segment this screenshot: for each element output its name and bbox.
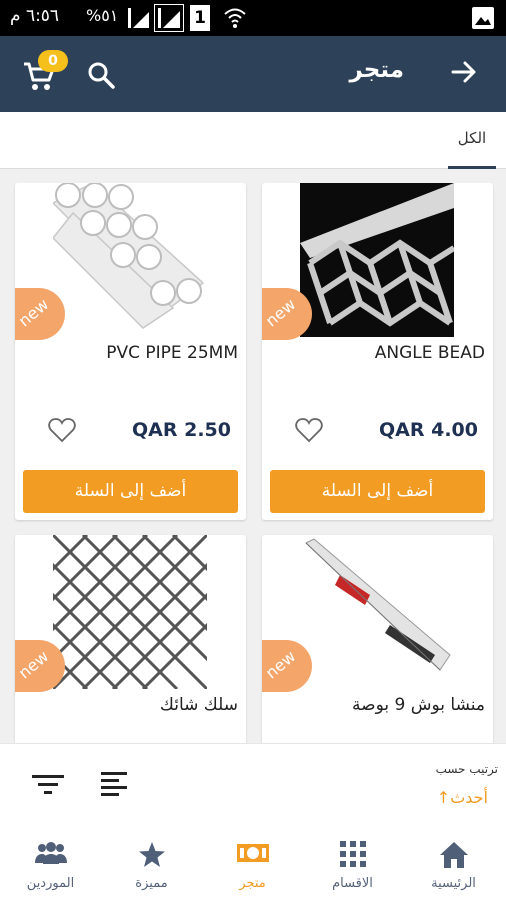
bottom-navigation: الرئيسية الاقسام متجر مميزة الموردين (0, 829, 506, 900)
product-card[interactable]: new سلك شائك (15, 535, 246, 743)
product-name: PVC PIPE 25MM (106, 343, 238, 363)
cart-count-badge: 0 (38, 50, 68, 72)
group-icon (34, 842, 67, 864)
sort-bar: ترتيب حسب أحدث↑ (0, 743, 506, 829)
nav-home[interactable]: الرئيسية (403, 829, 504, 900)
star-icon (138, 842, 165, 867)
new-badge: new (15, 288, 65, 340)
status-bar: ٦:٥٦ م %٥١ 1 (0, 0, 506, 36)
home-icon (439, 842, 468, 868)
product-image-pvc-pipe[interactable] (53, 183, 207, 337)
nav-featured[interactable]: مميزة (101, 829, 202, 900)
money-icon (236, 844, 269, 862)
arrow-up-icon: ↑ (436, 788, 451, 807)
battery-percent: %٥١ (86, 6, 119, 25)
product-image-wire-mesh[interactable] (53, 535, 207, 689)
product-name: منشا بوش 9 بوصة (352, 695, 485, 715)
add-to-cart-button[interactable]: أضف إلى السلة (23, 470, 238, 513)
category-tabs: الكل (0, 112, 506, 169)
tab-all[interactable]: الكل (448, 112, 496, 169)
status-time: ٦:٥٦ م (10, 6, 60, 26)
filter-icon[interactable] (32, 772, 64, 796)
product-grid: new ANGLE BEAD QAR 4.00 أضف إلى السلة ne… (0, 183, 506, 743)
signal-icon (128, 8, 149, 28)
signal-secondary-icon (154, 4, 184, 32)
search-icon[interactable] (86, 60, 116, 90)
nav-suppliers[interactable]: الموردين (0, 829, 101, 900)
sort-dropdown[interactable]: أحدث↑ (437, 788, 488, 807)
sim-indicator: 1 (190, 5, 210, 31)
sort-label: ترتيب حسب (435, 762, 498, 776)
wifi-icon (224, 8, 246, 28)
product-price: QAR 4.00 (379, 419, 478, 441)
page-title: متجر (349, 57, 404, 83)
product-name: ANGLE BEAD (374, 343, 485, 363)
back-arrow-icon[interactable] (450, 58, 478, 86)
grid-icon (339, 841, 366, 867)
list-view-icon[interactable] (101, 770, 127, 796)
new-badge: new (262, 288, 312, 340)
add-to-cart-button[interactable]: أضف إلى السلة (270, 470, 485, 513)
product-image-angle-bead[interactable] (300, 183, 454, 337)
sort-value: أحدث (450, 788, 488, 807)
product-card[interactable]: new PVC PIPE 25MM QAR 2.50 أضف إلى السلة (15, 183, 246, 520)
product-price: QAR 2.50 (132, 419, 231, 441)
nav-categories[interactable]: الاقسام (302, 829, 403, 900)
product-card[interactable]: new ANGLE BEAD QAR 4.00 أضف إلى السلة (262, 183, 493, 520)
product-card[interactable]: new منشا بوش 9 بوصة (262, 535, 493, 743)
heart-icon[interactable] (48, 417, 76, 443)
new-badge: new (262, 640, 312, 692)
gallery-notification-icon (472, 7, 494, 29)
new-badge: new (15, 640, 65, 692)
product-name: سلك شائك (159, 695, 238, 715)
app-bar: متجر 0 (0, 36, 506, 112)
product-image-saw-blade[interactable] (300, 535, 454, 689)
heart-icon[interactable] (295, 417, 323, 443)
nav-store[interactable]: متجر (202, 829, 303, 900)
